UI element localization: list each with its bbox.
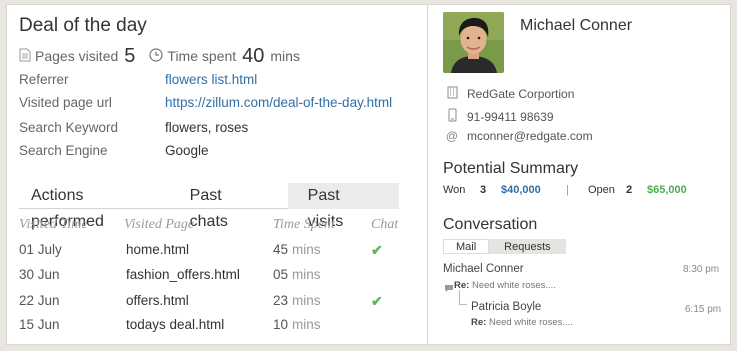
check-icon: ✔ [371, 242, 383, 258]
message-subject: Re: Need white roses.... [471, 317, 573, 328]
check-icon: ✔ [371, 293, 383, 309]
time-spent-unit: mins [292, 317, 321, 332]
phone-number: 91-99411 98639 [467, 109, 554, 124]
visited-page: fashion_offers.html [126, 267, 240, 282]
visit-stats: Pages visited 5 Time spent 40 mins [19, 43, 300, 69]
time-spent-unit: mins [292, 242, 321, 257]
deal-title: Deal of the day [19, 15, 147, 36]
email-row: @ mconner@redgate.com [443, 129, 593, 143]
potential-summary-title: Potential Summary [443, 160, 579, 177]
header-chat: Chat [371, 217, 399, 232]
search-engine-row: Search Engine Google [19, 143, 209, 158]
referrer-label: Referrer [19, 72, 69, 87]
pages-visited-value: 5 [124, 44, 136, 67]
time-spent-unit: mins [292, 267, 321, 282]
visited-page: todays deal.html [126, 317, 225, 332]
chat-bubble-icon [444, 281, 454, 299]
phone-row: 91-99411 98639 [443, 108, 554, 125]
conversation-tabs: Mail Requests [443, 239, 566, 254]
thread-connector [459, 290, 467, 305]
search-keyword-value: flowers, roses [165, 120, 249, 135]
header-visited-time: Visited Time [19, 217, 88, 232]
visited-time: 15 Jun [19, 317, 60, 332]
at-icon: @ [445, 129, 459, 143]
company-name: RedGate Corportion [467, 87, 575, 101]
panel-divider [427, 5, 428, 344]
search-keyword-row: Search Keyword flowers, roses [19, 120, 248, 135]
tab-actions-performed[interactable]: Actions performed [19, 183, 172, 230]
won-label: Won [443, 184, 466, 196]
open-label: Open [588, 184, 615, 196]
time-spent-unit: mins [292, 293, 321, 308]
tab-past-chats[interactable]: Past chats [172, 183, 276, 230]
conversation-title: Conversation [443, 216, 538, 233]
contact-name: Michael Conner [520, 17, 633, 34]
reply-label: Re: [471, 317, 487, 328]
visited-url-link[interactable]: https://zillum.com/deal-of-the-day.html [165, 95, 392, 110]
subject-text: Need white roses.... [488, 317, 573, 328]
open-amount: $65,000 [647, 184, 687, 196]
visited-time: 01 July [19, 242, 62, 257]
message-subject: Re: Need white roses.... [454, 280, 556, 291]
clock-icon [149, 47, 164, 65]
message-time: 8:30 pm [683, 264, 720, 275]
visited-time: 30 Jun [19, 267, 60, 282]
won-count: 3 [480, 184, 487, 196]
message-time: 6:15 pm [685, 304, 722, 315]
header-visited-page: Visited Page [124, 217, 195, 232]
tab-mail[interactable]: Mail [443, 239, 490, 254]
avatar [443, 12, 504, 73]
time-spent-value: 40 [242, 44, 265, 67]
header-time-spent: Time Spent [273, 217, 335, 232]
visitor-details-card: Deal of the day Pages visited 5 Time spe… [6, 4, 731, 345]
email-address[interactable]: mconner@redgate.com [467, 129, 593, 143]
visited-page: offers.html [126, 293, 189, 308]
building-icon [443, 86, 461, 102]
search-engine-value: Google [165, 143, 209, 158]
visited-page: home.html [126, 242, 190, 257]
search-keyword-label: Search Keyword [19, 120, 119, 135]
time-spent-value: 10 [273, 317, 289, 332]
message-sender[interactable]: Michael Conner [443, 263, 524, 275]
referrer-row: Referrer flowers list.html [19, 72, 257, 87]
open-count: 2 [626, 184, 633, 196]
time-spent-label: Time spent [167, 48, 237, 64]
document-icon [19, 48, 31, 65]
activity-tabs: Actions performed Past chats Past visits [19, 183, 399, 230]
time-spent-value: 23 [273, 293, 289, 308]
visited-url-label: Visited page url [19, 95, 112, 110]
search-engine-label: Search Engine [19, 143, 108, 158]
won-amount: $40,000 [501, 184, 541, 196]
visited-time: 22 Jun [19, 293, 60, 308]
company-row: RedGate Corportion [443, 86, 574, 102]
visited-url-row: Visited page url https://zillum.com/deal… [19, 95, 392, 110]
mobile-phone-icon [443, 108, 461, 125]
time-spent-unit: mins [270, 48, 300, 64]
summary-separator: | [566, 184, 569, 196]
time-spent-value: 45 [273, 242, 289, 257]
tab-requests[interactable]: Requests [489, 239, 566, 254]
subject-text: Need white roses.... [471, 280, 556, 291]
tab-past-visits[interactable]: Past visits [287, 183, 399, 230]
message-sender[interactable]: Patricia Boyle [471, 301, 541, 313]
time-spent-value: 05 [273, 267, 289, 282]
pages-visited-label: Pages visited [35, 48, 119, 64]
referrer-link[interactable]: flowers list.html [165, 72, 257, 87]
